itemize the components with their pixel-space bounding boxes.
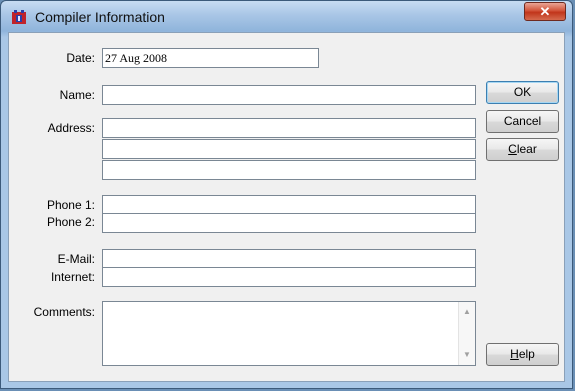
phone1-field[interactable]	[102, 195, 476, 215]
compiler-info-dialog: Compiler Information ✕ Date: 27 Aug 2008…	[0, 0, 573, 389]
name-label: Name:	[59, 88, 95, 102]
dialog-body: Date: 27 Aug 2008 Name: Address: Phone 1…	[8, 32, 565, 382]
close-icon: ✕	[539, 4, 551, 19]
address-line-3-field[interactable]	[102, 160, 476, 180]
phone2-field[interactable]	[102, 213, 476, 233]
clear-button[interactable]: Clear	[486, 138, 559, 161]
date-field[interactable]: 27 Aug 2008	[102, 48, 319, 68]
internet-field[interactable]	[102, 267, 476, 287]
help-accelerator: H	[510, 347, 519, 361]
address-line-2-field[interactable]	[102, 139, 476, 159]
phone2-label: Phone 2:	[46, 215, 95, 229]
title-bar[interactable]: Compiler Information ✕	[1, 1, 572, 33]
address-label: Address:	[47, 121, 95, 135]
internet-label: Internet:	[50, 270, 95, 284]
scroll-up-arrow-icon[interactable]: ▲	[459, 304, 475, 320]
help-label-rest: elp	[518, 347, 535, 361]
phone1-label: Phone 1:	[46, 198, 95, 212]
name-field[interactable]	[102, 85, 476, 105]
comments-textarea[interactable]: ▲ ▼	[102, 301, 476, 366]
date-label: Date:	[66, 51, 95, 65]
email-field[interactable]	[102, 249, 476, 269]
cancel-button[interactable]: Cancel	[486, 110, 559, 133]
scroll-down-arrow-icon[interactable]: ▼	[459, 347, 475, 363]
ok-button[interactable]: OK	[486, 81, 559, 104]
comments-label: Comments:	[33, 305, 95, 319]
clear-label-rest: lear	[516, 142, 537, 156]
close-button[interactable]: ✕	[524, 2, 566, 21]
email-label: E-Mail:	[57, 252, 95, 266]
comments-scrollbar[interactable]: ▲ ▼	[458, 302, 475, 365]
help-button[interactable]: Help	[486, 343, 559, 366]
clear-accelerator: C	[508, 142, 517, 156]
app-icon	[12, 10, 26, 24]
window-title: Compiler Information	[35, 9, 165, 25]
address-line-1-field[interactable]	[102, 118, 476, 138]
